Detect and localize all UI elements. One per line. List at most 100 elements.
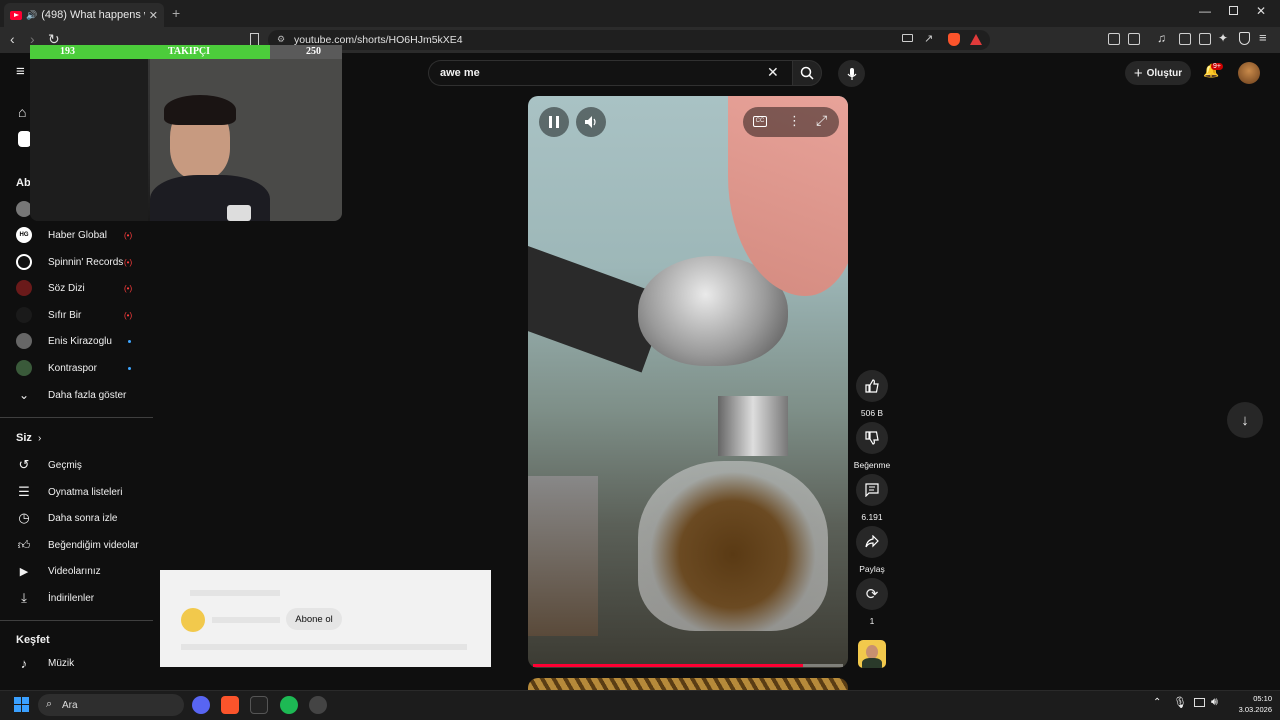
- brave-browser-icon[interactable]: [221, 696, 239, 714]
- volume-button[interactable]: [576, 107, 606, 137]
- comment-icon: [865, 483, 879, 497]
- clear-search-icon[interactable]: ✕: [767, 64, 779, 81]
- follower-goal-bar: 193 TAKIPÇI 250: [30, 45, 342, 59]
- you-section-heading[interactable]: Siz ›: [0, 425, 153, 451]
- soz-dizi-avatar: [16, 280, 32, 296]
- espresso-glass: [638, 461, 828, 631]
- bookmark-icon[interactable]: [250, 33, 259, 45]
- cast-icon[interactable]: [902, 34, 913, 42]
- site-settings-icon[interactable]: ⚙: [277, 34, 285, 45]
- extensions-icon[interactable]: [1108, 33, 1120, 45]
- share-button[interactable]: Paylaş: [856, 526, 888, 574]
- sidebar-item-liked-videos[interactable]: 👍︎ Beğendiğim videolar: [0, 532, 153, 558]
- channel-name: Söz Dizi: [48, 282, 85, 294]
- thumbs-down-icon: [865, 431, 879, 445]
- sidebar-channel-enis-kirazoglu[interactable]: Enis Kirazoglu: [0, 328, 153, 354]
- address-bar[interactable]: ⚙ youtube.com/shorts/HO6HJm5kXE4 ↗: [268, 30, 990, 50]
- sidebar-item-label: Beğendiğim videolar: [48, 539, 139, 551]
- share-page-icon[interactable]: ↗: [924, 32, 933, 45]
- leo-ai-icon[interactable]: ✦: [1218, 31, 1228, 45]
- tray-microphone-icon[interactable]: 🎙︎: [1173, 696, 1187, 709]
- app-icon[interactable]: [250, 696, 268, 714]
- channel-name: Enis Kirazoglu: [48, 335, 112, 347]
- pause-button[interactable]: [539, 107, 569, 137]
- haber-global-avatar: HG: [16, 227, 32, 243]
- remix-button[interactable]: ⟳ 1: [856, 578, 888, 626]
- sidebar-item-playlists[interactable]: ☰ Oynatma listeleri: [0, 479, 153, 505]
- video-controls-group: CC ⋮ ⤢: [743, 107, 839, 137]
- sifir-bir-avatar: [16, 307, 32, 323]
- machine-body: [718, 396, 788, 456]
- close-tab-icon[interactable]: ✕: [149, 9, 158, 22]
- menu-icon[interactable]: ≡: [1259, 30, 1267, 45]
- create-button[interactable]: + Oluştur: [1125, 61, 1191, 85]
- sidebar-channel-haber-global[interactable]: HG Haber Global (•): [0, 222, 153, 248]
- remix-count: 1: [869, 616, 875, 626]
- taskbar-search[interactable]: ⌕ Ara: [38, 694, 184, 716]
- maximize-button[interactable]: [1229, 6, 1238, 15]
- like-button[interactable]: 506 B: [856, 370, 888, 418]
- search-icon: ⌕: [46, 698, 53, 710]
- new-tab-button[interactable]: +: [172, 5, 180, 21]
- kontraspor-avatar: [16, 360, 32, 376]
- voice-search-button[interactable]: [838, 60, 865, 87]
- vpn-icon[interactable]: [1239, 32, 1250, 45]
- video-progress-bar[interactable]: [533, 664, 843, 667]
- media-icon[interactable]: ♫: [1157, 31, 1166, 45]
- shorts-video-player[interactable]: CC ⋮ ⤢: [528, 96, 848, 668]
- popup-faded-text: [190, 590, 280, 596]
- windows-start-icon[interactable]: [14, 697, 29, 712]
- sidebar-item-label: Videolarınız: [48, 565, 101, 577]
- download-icon: ⤓: [21, 590, 27, 605]
- spotify-icon[interactable]: [280, 696, 298, 714]
- next-video-button[interactable]: ↓: [1227, 402, 1263, 438]
- clock-icon: ◷: [18, 510, 30, 525]
- taskbar-clock[interactable]: 05:10 3.03.2026: [1228, 693, 1272, 715]
- tray-volume-icon[interactable]: 🔊︎: [1211, 696, 1218, 709]
- fullscreen-icon[interactable]: ⤢: [816, 112, 827, 129]
- dislike-button[interactable]: Beğenme: [854, 422, 890, 470]
- tray-chevron-up-icon[interactable]: ⌃: [1153, 697, 1161, 708]
- more-options-icon[interactable]: ⋮: [788, 113, 801, 129]
- video-progress-fill: [533, 664, 803, 667]
- sidebar-channel-soz-dizi[interactable]: Söz Dizi (•): [0, 275, 153, 301]
- sidebar-item-watch-later[interactable]: ◷ Daha sonra izle: [0, 505, 153, 531]
- back-icon[interactable]: ‹: [10, 31, 15, 47]
- plus-icon: +: [1133, 64, 1143, 82]
- sidebar-channel-kontraspor[interactable]: Kontraspor: [0, 355, 153, 381]
- sidebar-item-downloads[interactable]: ⤓ İndirilenler: [0, 585, 153, 611]
- next-short-preview[interactable]: [528, 678, 848, 690]
- account-avatar[interactable]: [1238, 62, 1260, 84]
- brave-shields-icon[interactable]: [948, 33, 960, 46]
- minimize-button[interactable]: —: [1199, 4, 1211, 18]
- comments-button[interactable]: 6.191: [856, 474, 888, 522]
- like-count: 506 B: [860, 408, 884, 418]
- close-window-button[interactable]: ✕: [1256, 4, 1266, 18]
- hamburger-menu-icon[interactable]: ≡: [16, 63, 25, 80]
- sidebar-channel-sifir-bir[interactable]: Sıfır Bir (•): [0, 302, 153, 328]
- tray-network-icon[interactable]: [1194, 698, 1205, 707]
- channel-thumbnail[interactable]: [858, 640, 886, 668]
- sidebar-channel-spinnin-records[interactable]: Spinnin' Records (•): [0, 249, 153, 275]
- youtube-favicon-icon: [10, 10, 22, 20]
- sidebar-item-your-videos[interactable]: ▶ Videolarınız: [0, 558, 153, 584]
- show-more-button[interactable]: ⌄ Daha fazla göster: [0, 382, 153, 408]
- sidebar-item-history[interactable]: ↺ Geçmiş: [0, 452, 153, 478]
- captions-icon[interactable]: CC: [753, 116, 767, 127]
- comment-count: 6.191: [861, 512, 883, 522]
- brave-rewards-icon[interactable]: [970, 34, 982, 45]
- sidebar-item-music[interactable]: ♪ Müzik: [0, 650, 153, 676]
- search-input[interactable]: awe me ✕: [428, 60, 792, 86]
- sidebar-icon[interactable]: [1179, 33, 1191, 45]
- discord-icon[interactable]: [192, 696, 210, 714]
- home-icon[interactable]: ⌂: [18, 104, 26, 120]
- screenshot-icon[interactable]: [1128, 33, 1140, 45]
- sidebar-divider: [0, 620, 153, 621]
- search-button[interactable]: [792, 60, 822, 86]
- subscribe-button[interactable]: Abone ol: [286, 608, 342, 630]
- browser-tab[interactable]: 🔊 (498) What happens when yo ✕: [4, 3, 164, 27]
- obs-icon[interactable]: [309, 696, 327, 714]
- speaker-icon: 🔊: [26, 9, 38, 20]
- music-note-icon: ♪: [20, 655, 28, 671]
- wallet-icon[interactable]: [1199, 33, 1211, 45]
